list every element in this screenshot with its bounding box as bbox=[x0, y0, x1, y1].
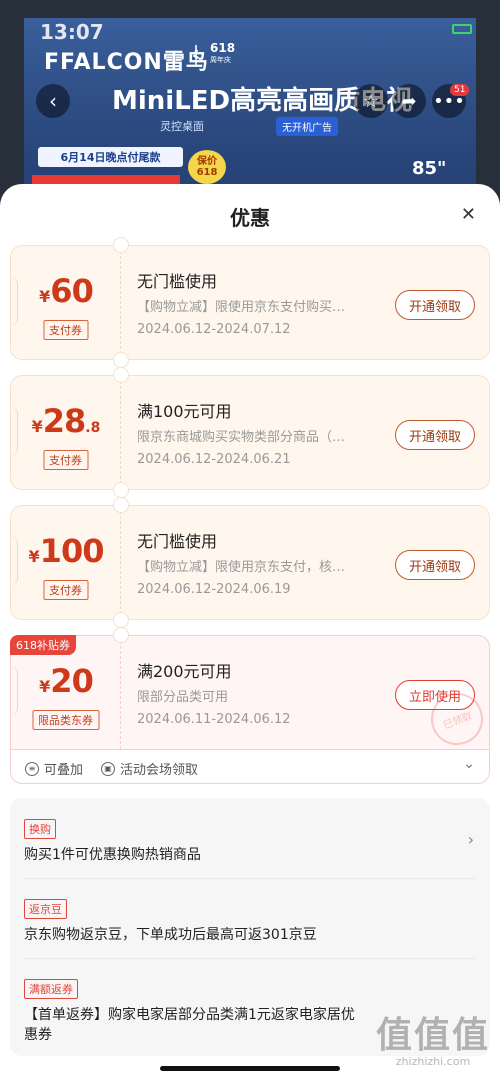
ticket-notch bbox=[113, 627, 129, 643]
promo-618-seal: 保价618 bbox=[188, 150, 226, 184]
perk-item: 返京豆 京东购物返京豆，下单成功后最高可返301京豆 bbox=[24, 898, 474, 945]
home-indicator bbox=[160, 1066, 340, 1071]
back-button[interactable]: ‹ bbox=[36, 84, 70, 118]
chevron-left-icon: ‹ bbox=[49, 89, 57, 113]
ticket-notch bbox=[113, 497, 129, 513]
coupon-amount-panel: ¥100 支付券 bbox=[11, 506, 121, 619]
coupon-card: ¥100 支付券 无门槛使用 【购物立减】限使用京东支付，核… 2024.06.… bbox=[10, 497, 490, 628]
perk-tag: 换购 bbox=[24, 819, 56, 839]
perk-text: 京东购物返京豆，下单成功后最高可返301京豆 bbox=[24, 927, 317, 943]
perk-item: 满额返券 【首单返券】购家电家居部分品类满1元返家电家居优惠券 bbox=[24, 978, 364, 1045]
subsidy-badge: 618补贴券 bbox=[10, 635, 76, 655]
perk-text: 购买1件可优惠换购热销商品 bbox=[24, 847, 201, 863]
coupon-type-label: 支付券 bbox=[43, 580, 88, 600]
coupon-amount: ¥100 bbox=[28, 532, 105, 570]
claim-button[interactable]: 开通领取 bbox=[395, 290, 475, 320]
coupon-date: 2024.06.12-2024.06.21 bbox=[137, 452, 291, 467]
sheet-title: 优惠 bbox=[230, 206, 270, 230]
tv-size-label: 85" bbox=[412, 158, 447, 179]
coupon-card: ¥20 限品类东券 618补贴券 满200元可用 限部分品类可用 2024.06… bbox=[10, 627, 491, 753]
divider bbox=[24, 878, 476, 879]
coupon-title: 满100元可用 bbox=[137, 402, 232, 421]
stack-icon: ≡ bbox=[25, 761, 39, 776]
ticket-notch bbox=[113, 367, 129, 383]
coupon-card: ¥60 支付券 无门槛使用 【购物立减】限使用京东支付购买… 2024.06.1… bbox=[10, 237, 490, 368]
coupon-title: 无门槛使用 bbox=[137, 532, 218, 551]
brand-618-logo: 618 周年庆 bbox=[210, 41, 236, 64]
brand-logo: FFALCON雷鸟 bbox=[44, 50, 209, 75]
favorite-button[interactable]: ☆ bbox=[354, 84, 388, 118]
coupon-desc: 限部分品类可用 bbox=[137, 690, 229, 705]
site-watermark: 值值值 zhizhizhi.com bbox=[375, 1015, 490, 1069]
coupon-type-label: 限品类东券 bbox=[32, 710, 99, 730]
venue-icon: ▣ bbox=[101, 761, 115, 776]
ticket-notch bbox=[113, 352, 129, 368]
venue-info: ▣ 活动会场领取 bbox=[101, 759, 198, 778]
perk-item[interactable]: 换购 购买1件可优惠换购热销商品 bbox=[24, 818, 474, 865]
coupon-title: 满200元可用 bbox=[137, 662, 232, 681]
promo-date-tag: 6月14日晚点付尾款 bbox=[38, 147, 183, 167]
coupon-date: 2024.06.12-2024.07.12 bbox=[137, 322, 291, 337]
star-icon: ☆ bbox=[362, 90, 380, 112]
coupon-card: ¥28.8 支付券 满100元可用 限京东商城购买实物类部分商品（… 2024.… bbox=[10, 367, 490, 498]
share-button[interactable]: ➦ bbox=[392, 84, 426, 118]
coupon-desc: 【购物立减】限使用京东支付，核… bbox=[137, 560, 346, 575]
coupon-date: 2024.06.11-2024.06.12 bbox=[137, 712, 291, 727]
product-background: 13:07 FFALCON雷鸟 618 周年庆 ‹ MiniLED高亮高画质电视 … bbox=[0, 0, 500, 200]
battery-icon bbox=[452, 24, 472, 34]
claim-button[interactable]: 开通领取 bbox=[395, 550, 475, 580]
notification-badge: 51 bbox=[450, 84, 470, 96]
perk-tag: 返京豆 bbox=[24, 899, 67, 919]
claim-button[interactable]: 开通领取 bbox=[395, 420, 475, 450]
coupon-amount-panel: ¥60 支付券 bbox=[11, 246, 121, 359]
chevron-down-icon[interactable]: ⌄ bbox=[463, 756, 475, 772]
discount-sheet: 优惠 ✕ ¥60 支付券 无门槛使用 【购物立减】限使用京东支付购买… 2024… bbox=[0, 184, 500, 1082]
close-icon: ✕ bbox=[460, 204, 476, 225]
coupon-desc: 【购物立减】限使用京东支付购买… bbox=[137, 300, 346, 315]
perk-tag: 满额返券 bbox=[24, 979, 78, 999]
banner-subline: 灵控桌面 bbox=[160, 120, 204, 133]
close-button[interactable]: ✕ bbox=[461, 204, 476, 225]
ticket-notch bbox=[113, 612, 129, 628]
share-icon: ➦ bbox=[401, 90, 417, 112]
coupon-title: 无门槛使用 bbox=[137, 272, 218, 291]
coupon-type-label: 支付券 bbox=[43, 450, 88, 470]
coupon-date: 2024.06.12-2024.06.19 bbox=[137, 582, 291, 597]
banner-subtag: 无开机广告 bbox=[276, 117, 338, 136]
perk-text: 【首单返券】购家电家居部分品类满1元返家电家居优惠券 bbox=[24, 1007, 355, 1043]
coupon-type-label: 支付券 bbox=[43, 320, 88, 340]
coupon-amount: ¥20 bbox=[39, 662, 94, 700]
stackable-info: ≡ 可叠加 bbox=[25, 759, 83, 778]
coupon-amount: ¥60 bbox=[39, 272, 94, 310]
brand-divider bbox=[195, 45, 197, 65]
divider bbox=[24, 958, 476, 959]
coupon-footer: ≡ 可叠加 ▣ 活动会场领取 ⌄ bbox=[10, 750, 490, 784]
chevron-right-icon[interactable]: › bbox=[468, 830, 474, 849]
coupon-desc: 限京东商城购买实物类部分商品（… bbox=[137, 430, 346, 445]
coupon-amount: ¥28.8 bbox=[31, 402, 101, 440]
ticket-notch bbox=[113, 237, 129, 253]
coupon-amount-panel: ¥28.8 支付券 bbox=[11, 376, 121, 489]
status-time: 13:07 bbox=[40, 20, 104, 44]
ticket-notch bbox=[113, 482, 129, 498]
